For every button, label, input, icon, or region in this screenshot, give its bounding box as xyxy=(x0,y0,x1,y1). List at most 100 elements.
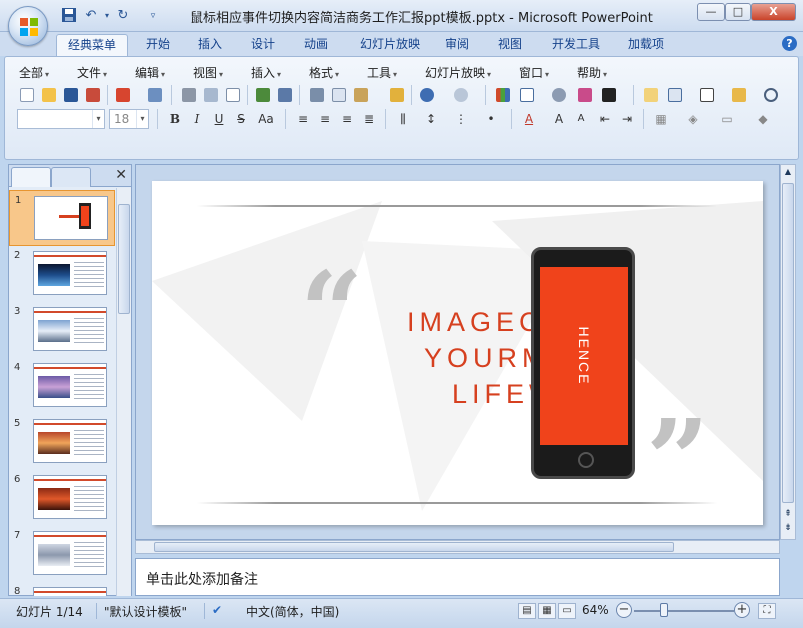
slide-thumbnail[interactable]: 1 xyxy=(9,190,115,246)
menu-format[interactable]: 格式 ▾ xyxy=(309,64,339,81)
scroll-thumb[interactable] xyxy=(782,183,794,503)
font-name-combo[interactable]: ▾ xyxy=(17,109,105,129)
bullets-icon[interactable]: • xyxy=(481,109,501,129)
underline-button[interactable]: U xyxy=(209,109,229,129)
slide-thumbnail[interactable]: 7 xyxy=(9,526,115,582)
slide-canvas[interactable]: “ ” IMAGEC ECT YOURM LIFEW D HENCE xyxy=(152,181,763,525)
change-case-button[interactable]: Aa xyxy=(253,109,279,129)
normal-view-icon[interactable]: ▤ xyxy=(518,603,536,619)
tab-review[interactable]: 审阅 xyxy=(437,34,477,56)
align-left-icon[interactable]: ≡ xyxy=(293,109,313,129)
scroll-up-icon[interactable]: ▲ xyxy=(782,167,794,179)
shadow-button[interactable]: S xyxy=(231,109,251,129)
justify-icon[interactable]: ≣ xyxy=(359,109,379,129)
menu-edit[interactable]: 编辑 ▾ xyxy=(135,64,165,81)
tab-animation[interactable]: 动画 xyxy=(296,34,336,56)
tab-home[interactable]: 开始 xyxy=(138,34,178,56)
search-icon[interactable] xyxy=(761,85,781,105)
outline-tab[interactable] xyxy=(51,167,91,187)
fill-icon[interactable]: ◆ xyxy=(753,109,773,129)
close-icon[interactable]: ✕ xyxy=(115,167,127,183)
menu-window[interactable]: 窗口 ▾ xyxy=(519,64,549,81)
textbox-icon[interactable] xyxy=(697,85,717,105)
research-icon[interactable] xyxy=(275,85,295,105)
publish-icon[interactable] xyxy=(145,85,165,105)
next-slide-icon[interactable]: ⇟ xyxy=(782,523,794,537)
menu-view[interactable]: 视图 ▾ xyxy=(193,64,223,81)
tab-classic-menu[interactable]: 经典菜单 xyxy=(56,34,128,56)
redo-toolbar-icon[interactable] xyxy=(451,85,471,105)
layout-icon[interactable] xyxy=(223,85,243,105)
help-icon[interactable]: ? xyxy=(782,36,797,51)
tab-insert[interactable]: 插入 xyxy=(190,34,230,56)
increase-indent-icon[interactable]: ⇥ xyxy=(617,109,637,129)
save-toolbar-icon[interactable] xyxy=(61,85,81,105)
spelling-icon[interactable] xyxy=(253,85,273,105)
save-icon[interactable] xyxy=(60,7,78,25)
customize-icon[interactable]: ▿ xyxy=(144,7,162,25)
italic-button[interactable]: I xyxy=(187,109,207,129)
font-size-combo[interactable]: 18 ▾ xyxy=(109,109,149,129)
minimize-button[interactable]: — xyxy=(697,3,725,21)
vertical-scrollbar[interactable]: ▲ ⇞ ⇟ xyxy=(780,164,796,540)
new-slide-icon[interactable] xyxy=(641,85,661,105)
slide-sorter-view-icon[interactable]: ▦ xyxy=(538,603,556,619)
print-icon[interactable] xyxy=(179,85,199,105)
print-preview-icon[interactable] xyxy=(201,85,221,105)
slideshow-view-icon[interactable]: ▭ xyxy=(558,603,576,619)
zoom-in-button[interactable]: + xyxy=(734,602,750,618)
clipart-icon[interactable] xyxy=(549,85,569,105)
menu-slideshow[interactable]: 幻灯片放映 ▾ xyxy=(425,64,491,81)
menu-tools[interactable]: 工具 ▾ xyxy=(367,64,397,81)
notes-pane[interactable]: 单击此处添加备注 xyxy=(135,558,780,596)
decrease-font-icon[interactable]: A xyxy=(571,109,591,129)
table-icon[interactable] xyxy=(517,85,537,105)
permission-icon[interactable] xyxy=(83,85,103,105)
chart-icon[interactable] xyxy=(493,85,513,105)
format-painter-icon[interactable] xyxy=(387,85,407,105)
slide-thumbnail[interactable]: 8 xyxy=(9,582,115,596)
picture-icon[interactable] xyxy=(575,85,595,105)
bold-button[interactable]: B xyxy=(165,109,185,129)
open-icon[interactable] xyxy=(39,85,59,105)
new-icon[interactable] xyxy=(17,85,37,105)
zoom-slider-thumb[interactable] xyxy=(660,603,668,617)
cut-icon[interactable] xyxy=(307,85,327,105)
fit-to-window-icon[interactable]: ⛶ xyxy=(758,603,776,619)
slide-thumbnail[interactable]: 5 xyxy=(9,414,115,470)
align-center-icon[interactable]: ≡ xyxy=(315,109,335,129)
slide-thumbnail[interactable]: 6 xyxy=(9,470,115,526)
horizontal-scrollbar[interactable] xyxy=(135,540,780,554)
color-grayscale-icon[interactable] xyxy=(599,85,619,105)
menu-help[interactable]: 帮助 ▾ xyxy=(577,64,607,81)
copy-icon[interactable] xyxy=(329,85,349,105)
line-spacing-icon[interactable]: ↕ xyxy=(421,109,441,129)
quick-styles-icon[interactable]: ▭ xyxy=(717,109,737,129)
decrease-indent-icon[interactable]: ⇤ xyxy=(595,109,615,129)
paste-icon[interactable] xyxy=(351,85,371,105)
thumbnail-scrollbar[interactable] xyxy=(116,188,131,596)
spellcheck-icon[interactable]: ✔ xyxy=(212,603,222,617)
tab-slideshow[interactable]: 幻灯片放映 xyxy=(350,34,430,56)
folder-icon[interactable] xyxy=(729,85,749,105)
hscroll-thumb[interactable] xyxy=(154,542,674,552)
shapes-icon[interactable]: ◈ xyxy=(683,109,703,129)
align-right-icon[interactable]: ≡ xyxy=(337,109,357,129)
close-button[interactable]: X xyxy=(751,3,796,21)
menu-all[interactable]: 全部 ▾ xyxy=(19,64,49,81)
undo-toolbar-icon[interactable] xyxy=(417,85,437,105)
tab-design[interactable]: 设计 xyxy=(243,34,283,56)
tab-view[interactable]: 视图 xyxy=(490,34,530,56)
columns-icon[interactable]: ⫼ xyxy=(393,109,413,129)
increase-font-icon[interactable]: A xyxy=(549,109,569,129)
maximize-button[interactable]: □ xyxy=(725,3,751,21)
tab-addins[interactable]: 加载项 xyxy=(620,34,672,56)
arrange-icon[interactable]: ▦ xyxy=(651,109,671,129)
numbering-icon[interactable]: ⋮ xyxy=(451,109,471,129)
office-button[interactable] xyxy=(8,6,48,46)
email-icon[interactable] xyxy=(113,85,133,105)
zoom-slider[interactable] xyxy=(634,610,734,612)
slide-thumbnail[interactable]: 2 xyxy=(9,246,115,302)
menu-file[interactable]: 文件 ▾ xyxy=(77,64,107,81)
font-color-icon[interactable]: A xyxy=(519,109,539,129)
